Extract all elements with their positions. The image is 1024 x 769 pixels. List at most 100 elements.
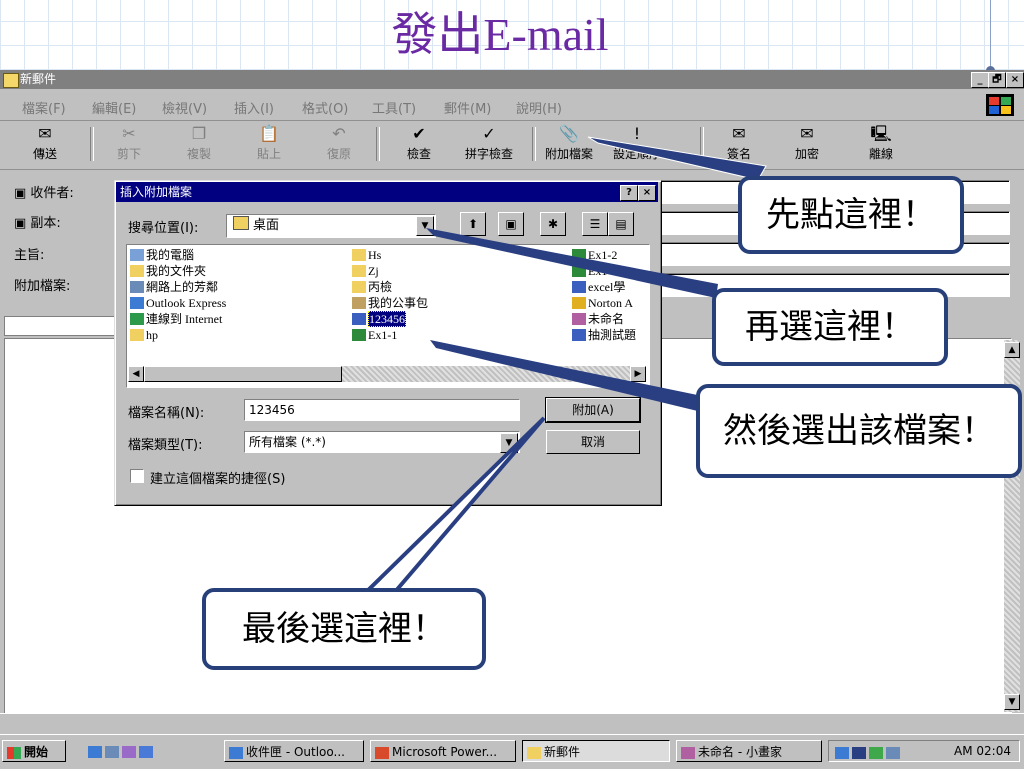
spell-check-button[interactable]: ✓ 拼字檢查 bbox=[458, 125, 520, 165]
list-item[interactable]: 網路上的芳鄰 bbox=[130, 279, 218, 295]
list-item[interactable]: 抽測試題 bbox=[572, 327, 636, 343]
attach-button[interactable]: 附加(A) bbox=[545, 397, 641, 423]
cc-label[interactable]: ▣ 副本: bbox=[14, 212, 61, 231]
toolbar-separator bbox=[90, 127, 94, 161]
copy-button[interactable]: ❐ 複製 bbox=[168, 125, 230, 165]
scroll-thumb[interactable] bbox=[144, 366, 342, 382]
scroll-up-icon[interactable]: ▲ bbox=[1004, 342, 1020, 358]
list-item[interactable]: hp bbox=[130, 327, 158, 343]
close-button[interactable]: × bbox=[1006, 72, 1024, 88]
scissors-icon: ✂ bbox=[122, 124, 136, 143]
ie-icon[interactable] bbox=[88, 745, 102, 758]
encrypt-button[interactable]: ✉ 加密 bbox=[776, 125, 838, 165]
callout-last: 最後選這裡！ bbox=[202, 588, 486, 670]
subject-label: 主旨: bbox=[14, 248, 45, 263]
window-title: 新郵件 bbox=[20, 72, 57, 86]
list-item[interactable]: Zj bbox=[352, 263, 379, 279]
channel-icon[interactable] bbox=[122, 745, 136, 758]
lookin-dropdown[interactable]: 桌面 ▼ bbox=[226, 214, 436, 238]
scroll-down-icon[interactable]: ▼ bbox=[1004, 694, 1020, 710]
task-powerpoint[interactable]: Microsoft Power... bbox=[370, 740, 516, 762]
font-select[interactable] bbox=[4, 316, 116, 336]
chevron-down-icon[interactable]: ▼ bbox=[500, 433, 518, 453]
maximize-button[interactable]: 🗗 bbox=[988, 72, 1006, 88]
volume-icon[interactable] bbox=[869, 746, 883, 759]
list-item[interactable]: 我的公事包 bbox=[352, 295, 428, 311]
offline-button[interactable]: 🖳 離線 bbox=[850, 125, 912, 165]
ime-icon[interactable] bbox=[852, 746, 866, 759]
list-item-selected[interactable]: 123456 bbox=[352, 311, 406, 327]
tray-icon[interactable] bbox=[835, 746, 849, 759]
dialog-close-button[interactable]: × bbox=[638, 185, 656, 201]
new-folder-icon[interactable]: ✱ bbox=[540, 212, 566, 236]
list-item[interactable]: Ex1-3 bbox=[572, 263, 617, 279]
filename-input[interactable]: 123456 bbox=[244, 399, 520, 421]
minimize-button[interactable]: _ bbox=[971, 72, 989, 88]
task-new-mail[interactable]: 新郵件 bbox=[522, 740, 670, 762]
list-view-icon[interactable]: ☰ bbox=[582, 212, 608, 236]
dialog-titlebar[interactable]: 插入附加檔案 bbox=[116, 182, 658, 202]
excel-icon bbox=[572, 249, 586, 261]
menu-view[interactable]: 檢視(V) bbox=[162, 98, 207, 117]
list-item[interactable]: Ex1-2 bbox=[572, 247, 617, 263]
desktop-icon[interactable] bbox=[139, 745, 153, 758]
menu-tools[interactable]: 工具(T) bbox=[372, 98, 416, 117]
list-item[interactable]: 我的電腦 bbox=[130, 247, 194, 263]
list-item[interactable]: Hs bbox=[352, 247, 381, 263]
offline-icon: 🖳 bbox=[870, 124, 892, 143]
address-book-icon: ▣ bbox=[14, 216, 31, 231]
list-item[interactable]: 丙檢 bbox=[352, 279, 392, 295]
shortcut-checkbox[interactable] bbox=[130, 469, 144, 483]
network-icon[interactable] bbox=[886, 746, 900, 759]
desktop-nav-icon[interactable]: ▣ bbox=[498, 212, 524, 236]
priority-button[interactable]: ! 設定順序 bbox=[606, 125, 668, 165]
menu-message[interactable]: 郵件(M) bbox=[444, 98, 491, 117]
task-inbox[interactable]: 收件匣 - Outloo... bbox=[224, 740, 364, 762]
check-names-icon: ✔ bbox=[412, 124, 426, 143]
scroll-left-icon[interactable]: ◀ bbox=[128, 366, 144, 382]
attach-file-button[interactable]: 📎 附加檔案 bbox=[538, 125, 600, 165]
list-item[interactable]: 未命名 bbox=[572, 311, 624, 327]
list-item[interactable]: Ex1-1 bbox=[352, 327, 397, 343]
send-button[interactable]: ✉ 傳送 bbox=[14, 125, 76, 165]
list-item[interactable]: Outlook Express bbox=[130, 295, 226, 311]
dialog-title: 插入附加檔案 bbox=[120, 185, 193, 199]
list-item[interactable]: excel學 bbox=[572, 279, 625, 295]
up-one-level-icon[interactable]: ⬆ bbox=[460, 212, 486, 236]
paperclip-icon: 📎 bbox=[559, 124, 579, 143]
menu-format[interactable]: 格式(O) bbox=[302, 98, 348, 117]
excel-icon bbox=[572, 265, 586, 277]
check-names-button[interactable]: ✔ 檢查 bbox=[388, 125, 450, 165]
details-view-icon[interactable]: ▤ bbox=[608, 212, 634, 236]
undo-button[interactable]: ↶ 復原 bbox=[308, 125, 370, 165]
sign-button[interactable]: ✉ 簽名 bbox=[708, 125, 770, 165]
dialog-help-button[interactable]: ? bbox=[620, 185, 638, 201]
paint-icon bbox=[572, 313, 586, 325]
to-label[interactable]: ▣ 收件者: bbox=[14, 182, 74, 201]
task-paint[interactable]: 未命名 - 小畫家 bbox=[676, 740, 822, 762]
new-mail-icon bbox=[3, 73, 19, 88]
cut-button[interactable]: ✂ 剪下 bbox=[98, 125, 160, 165]
start-button[interactable]: 開始 bbox=[2, 740, 66, 762]
list-item[interactable]: Norton A bbox=[572, 295, 633, 311]
cancel-button[interactable]: 取消 bbox=[546, 430, 640, 454]
undo-icon: ↶ bbox=[332, 124, 346, 143]
title-decoration-line bbox=[990, 0, 991, 70]
encrypt-icon: ✉ bbox=[800, 124, 814, 143]
paste-button[interactable]: 📋 貼上 bbox=[238, 125, 300, 165]
network-icon bbox=[130, 281, 144, 293]
internet-icon bbox=[130, 313, 144, 325]
filetype-select[interactable]: 所有檔案 (*.*) ▼ bbox=[244, 431, 520, 453]
window-titlebar[interactable]: 新郵件 bbox=[0, 70, 1024, 89]
menu-help[interactable]: 說明(H) bbox=[516, 98, 562, 117]
list-item[interactable]: 連線到 Internet bbox=[130, 311, 222, 327]
outlook-icon[interactable] bbox=[105, 745, 119, 758]
menu-file[interactable]: 檔案(F) bbox=[22, 98, 66, 117]
list-item[interactable]: 我的文件夾 bbox=[130, 263, 206, 279]
filetype-label: 檔案類型(T): bbox=[128, 438, 203, 453]
menu-edit[interactable]: 編輯(E) bbox=[92, 98, 136, 117]
menu-insert[interactable]: 插入(I) bbox=[234, 98, 274, 117]
scroll-right-icon[interactable]: ▶ bbox=[630, 366, 646, 382]
chevron-down-icon[interactable]: ▼ bbox=[416, 216, 434, 236]
menubar: 檔案(F) 編輯(E) 檢視(V) 插入(I) 格式(O) 工具(T) 郵件(M… bbox=[0, 90, 1024, 121]
